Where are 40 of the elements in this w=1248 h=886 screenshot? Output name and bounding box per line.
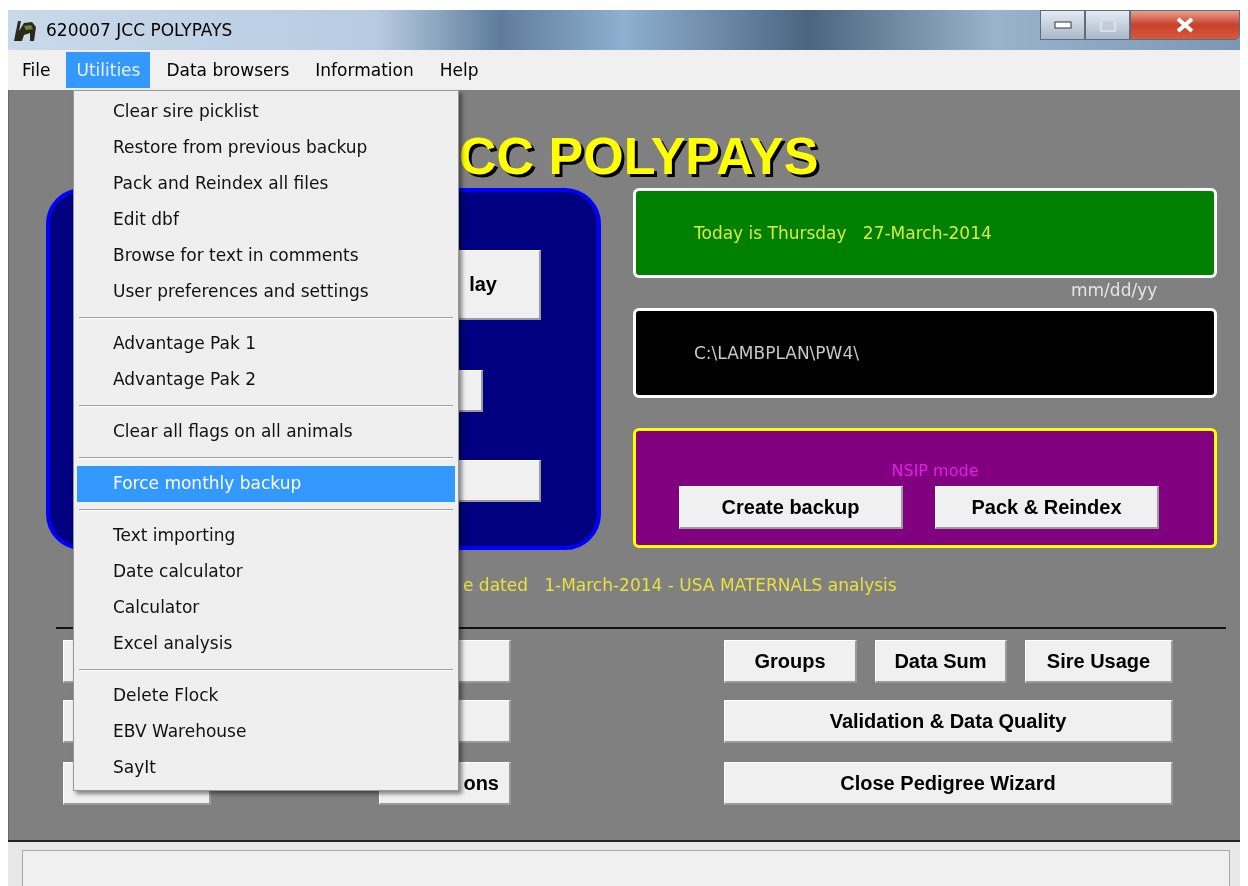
menu-item[interactable]: User preferences and settings: [77, 274, 455, 310]
menu-item[interactable]: Advantage Pak 1: [77, 326, 455, 362]
menu-item[interactable]: Excel analysis: [77, 626, 455, 662]
menu-item[interactable]: Data browsers: [156, 52, 300, 88]
close-icon: [1175, 17, 1195, 33]
app-heading: CC POLYPAYS: [459, 126, 819, 186]
window-title: 620007 JCC POLYPAYS: [46, 20, 234, 40]
close-button[interactable]: [1130, 10, 1240, 40]
button[interactable]: Sire Usage: [1025, 640, 1173, 683]
button[interactable]: Close Pedigree Wizard: [724, 762, 1173, 805]
date-format-label: mm/dd/yy: [1071, 280, 1158, 300]
menu-item[interactable]: EBV Warehouse: [77, 714, 455, 750]
button[interactable]: Data Sum: [875, 640, 1007, 683]
menu-item[interactable]: Clear sire picklist: [77, 94, 455, 130]
analysis-note: e dated 1-March-2014 - USA MATERNALS analysis: [463, 575, 897, 595]
button[interactable]: Create backup: [679, 486, 903, 529]
menu-item[interactable]: Information: [305, 52, 424, 88]
menu-item[interactable]: Browse for text in comments: [77, 238, 455, 274]
menu-item[interactable]: Calculator: [77, 590, 455, 626]
menu-item[interactable]: Pack and Reindex all files: [77, 166, 455, 202]
menu-item[interactable]: Text importing: [77, 518, 455, 554]
maximize-button[interactable]: [1085, 10, 1130, 40]
minimize-button[interactable]: [1040, 10, 1085, 40]
menu-item[interactable]: Help: [429, 52, 489, 88]
menu-item[interactable]: SayIt: [77, 750, 455, 786]
mode-label: NSIP mode: [891, 461, 979, 480]
menu-item[interactable]: Date calculator: [77, 554, 455, 590]
menu-item[interactable]: Restore from previous backup: [77, 130, 455, 166]
path-text: C:\LAMBPLAN\PW4\: [694, 343, 859, 363]
menu-item[interactable]: Delete Flock: [77, 678, 455, 714]
minimize-icon: [1053, 21, 1072, 29]
button[interactable]: Groups: [724, 640, 857, 683]
menu-item[interactable]: Edit dbf: [77, 202, 455, 238]
menu-item[interactable]: File: [12, 52, 61, 88]
menu-item[interactable]: Clear all flags on all animals: [77, 414, 455, 450]
date-text: Today is Thursday 27-March-2014: [694, 223, 992, 243]
button[interactable]: Validation & Data Quality: [724, 700, 1173, 743]
menu-item[interactable]: Advantage Pak 2: [77, 362, 455, 398]
button[interactable]: Pack & Reindex: [935, 486, 1159, 529]
maximize-icon: [1099, 18, 1116, 32]
